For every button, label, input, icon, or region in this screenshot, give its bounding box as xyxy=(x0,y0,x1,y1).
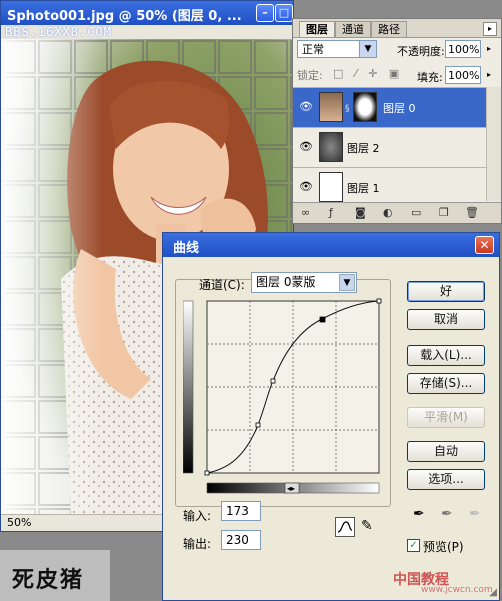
curves-title: 曲线 xyxy=(173,241,200,256)
opacity-label: 不透明度: xyxy=(397,45,445,58)
layer-name: 图层 0 xyxy=(383,102,416,115)
fill-label: 填充: xyxy=(417,71,443,84)
white-eyedropper-icon[interactable]: ✒ xyxy=(469,506,481,522)
lock-icons[interactable]: □ ⁄ ✛ ▣ xyxy=(333,67,403,80)
channel-select[interactable]: 图层 0蒙版 ▼ xyxy=(251,272,357,293)
chevron-down-icon: ▼ xyxy=(339,274,355,291)
resize-grip-icon[interactable]: ◢ xyxy=(489,587,497,598)
panel-menu-icon[interactable]: ▸ xyxy=(483,22,497,36)
preview-checkbox[interactable]: ✓ xyxy=(407,539,420,552)
opacity-input[interactable]: 100% xyxy=(445,40,481,58)
auto-button[interactable]: 自动 xyxy=(407,441,485,462)
curve-point[interactable] xyxy=(270,378,276,384)
layer-row-2[interactable]: 👁 图层 2 xyxy=(293,127,489,167)
curve-point-active[interactable] xyxy=(319,316,326,323)
layer-thumbnail xyxy=(319,132,343,162)
layer-name: 图层 2 xyxy=(347,142,380,155)
layer-row-0[interactable]: 👁 § 图层 0 xyxy=(293,87,489,127)
panel-tabs: 图层 通道 路径 ▸ xyxy=(293,19,501,38)
chain-link-icon[interactable]: § xyxy=(345,104,350,114)
smooth-button[interactable]: 平滑(M) xyxy=(407,407,485,428)
tab-paths[interactable]: 路径 xyxy=(371,21,407,37)
layers-panel: 图层 通道 路径 ▸ 正常 ▼ 不透明度: 100% ▸ 锁定: □ ⁄ ✛ ▣… xyxy=(292,18,502,224)
zoom-level[interactable]: 50% xyxy=(7,516,31,529)
chevron-down-icon: ▼ xyxy=(359,41,376,57)
output-field[interactable]: 230 xyxy=(221,530,261,550)
layer-row-1[interactable]: 👁 图层 1 xyxy=(293,167,489,207)
input-label: 输入: xyxy=(183,509,212,523)
curve-point[interactable] xyxy=(204,470,210,476)
mask-thumbnail[interactable] xyxy=(353,92,377,122)
site-watermark: BBS.16XX8.COM xyxy=(5,25,112,39)
site-watermark-url: www.jcwcn.com xyxy=(421,585,493,595)
output-label: 输出: xyxy=(183,537,212,551)
save-button[interactable]: 存储(S)... xyxy=(407,373,485,394)
channel-value: 图层 0蒙版 xyxy=(256,275,316,289)
pencil-tool-icon[interactable]: ✎ xyxy=(361,518,373,534)
author-name: 死皮猪 xyxy=(12,567,85,593)
cancel-button[interactable]: 取消 xyxy=(407,309,485,330)
eye-icon[interactable]: 👁 xyxy=(298,180,314,193)
curve-point[interactable] xyxy=(376,298,382,304)
curves-dialog: 曲线 ✕ 通道(C): 图层 0蒙版 ▼ ◂▸ 输入: 173 输出: 230 … xyxy=(162,232,500,601)
new-layer-icon[interactable]: ❐ xyxy=(439,206,449,219)
curves-titlebar[interactable]: 曲线 ✕ xyxy=(163,233,499,257)
gray-eyedropper-icon[interactable]: ✒ xyxy=(441,506,453,522)
black-eyedropper-icon[interactable]: ✒ xyxy=(413,506,425,522)
add-mask-icon[interactable]: ◙ xyxy=(355,206,366,219)
blend-mode-value: 正常 xyxy=(302,43,324,56)
output-gradient-bar xyxy=(183,300,194,474)
document-titlebar[interactable]: Sphoto001.jpg @ 50% (图层 0, ... – □ xyxy=(1,1,293,25)
tab-layers[interactable]: 图层 xyxy=(299,21,335,37)
options-button[interactable]: 选项... xyxy=(407,469,485,490)
trash-icon[interactable]: 🗑 xyxy=(465,206,479,219)
layer-thumbnail xyxy=(319,172,343,202)
maximize-button[interactable]: □ xyxy=(275,4,293,22)
new-group-icon[interactable]: ▭ xyxy=(411,206,421,219)
close-button[interactable]: ✕ xyxy=(475,236,494,254)
link-icon[interactable]: ∞ xyxy=(301,206,310,219)
curve-tool-icon[interactable] xyxy=(335,517,355,537)
fill-input[interactable]: 100% xyxy=(445,66,481,84)
layer-name: 图层 1 xyxy=(347,182,380,195)
layer-style-icon[interactable]: ƒ xyxy=(329,206,333,219)
svg-text:◂▸: ◂▸ xyxy=(287,484,295,493)
layers-scrollbar[interactable] xyxy=(486,87,501,201)
load-button[interactable]: 载入(L)... xyxy=(407,345,485,366)
preview-label: 预览(P) xyxy=(423,540,464,554)
blend-mode-select[interactable]: 正常 ▼ xyxy=(297,40,377,58)
author-sticker: 死皮猪 xyxy=(0,550,110,601)
lock-label: 锁定: xyxy=(297,69,323,82)
fill-arrow-icon[interactable]: ▸ xyxy=(483,67,495,83)
tab-channels[interactable]: 通道 xyxy=(335,21,371,37)
adjustment-layer-icon[interactable]: ◐ xyxy=(383,206,393,219)
curve-graph[interactable]: ◂▸ xyxy=(183,297,383,497)
eye-icon[interactable]: 👁 xyxy=(298,100,314,113)
channel-label: 通道(C): xyxy=(199,278,245,292)
ok-button[interactable]: 好 xyxy=(407,281,485,302)
eye-icon[interactable]: 👁 xyxy=(298,140,314,153)
minimize-button[interactable]: – xyxy=(256,4,274,22)
curve-point[interactable] xyxy=(255,422,261,428)
opacity-arrow-icon[interactable]: ▸ xyxy=(483,41,495,57)
document-title: Sphoto001.jpg @ 50% (图层 0, ... xyxy=(7,9,242,24)
input-field[interactable]: 173 xyxy=(221,501,261,521)
layers-toolbar: ∞ ƒ ◙ ◐ ▭ ❐ 🗑 xyxy=(293,202,501,223)
layer-thumbnail xyxy=(319,92,343,122)
